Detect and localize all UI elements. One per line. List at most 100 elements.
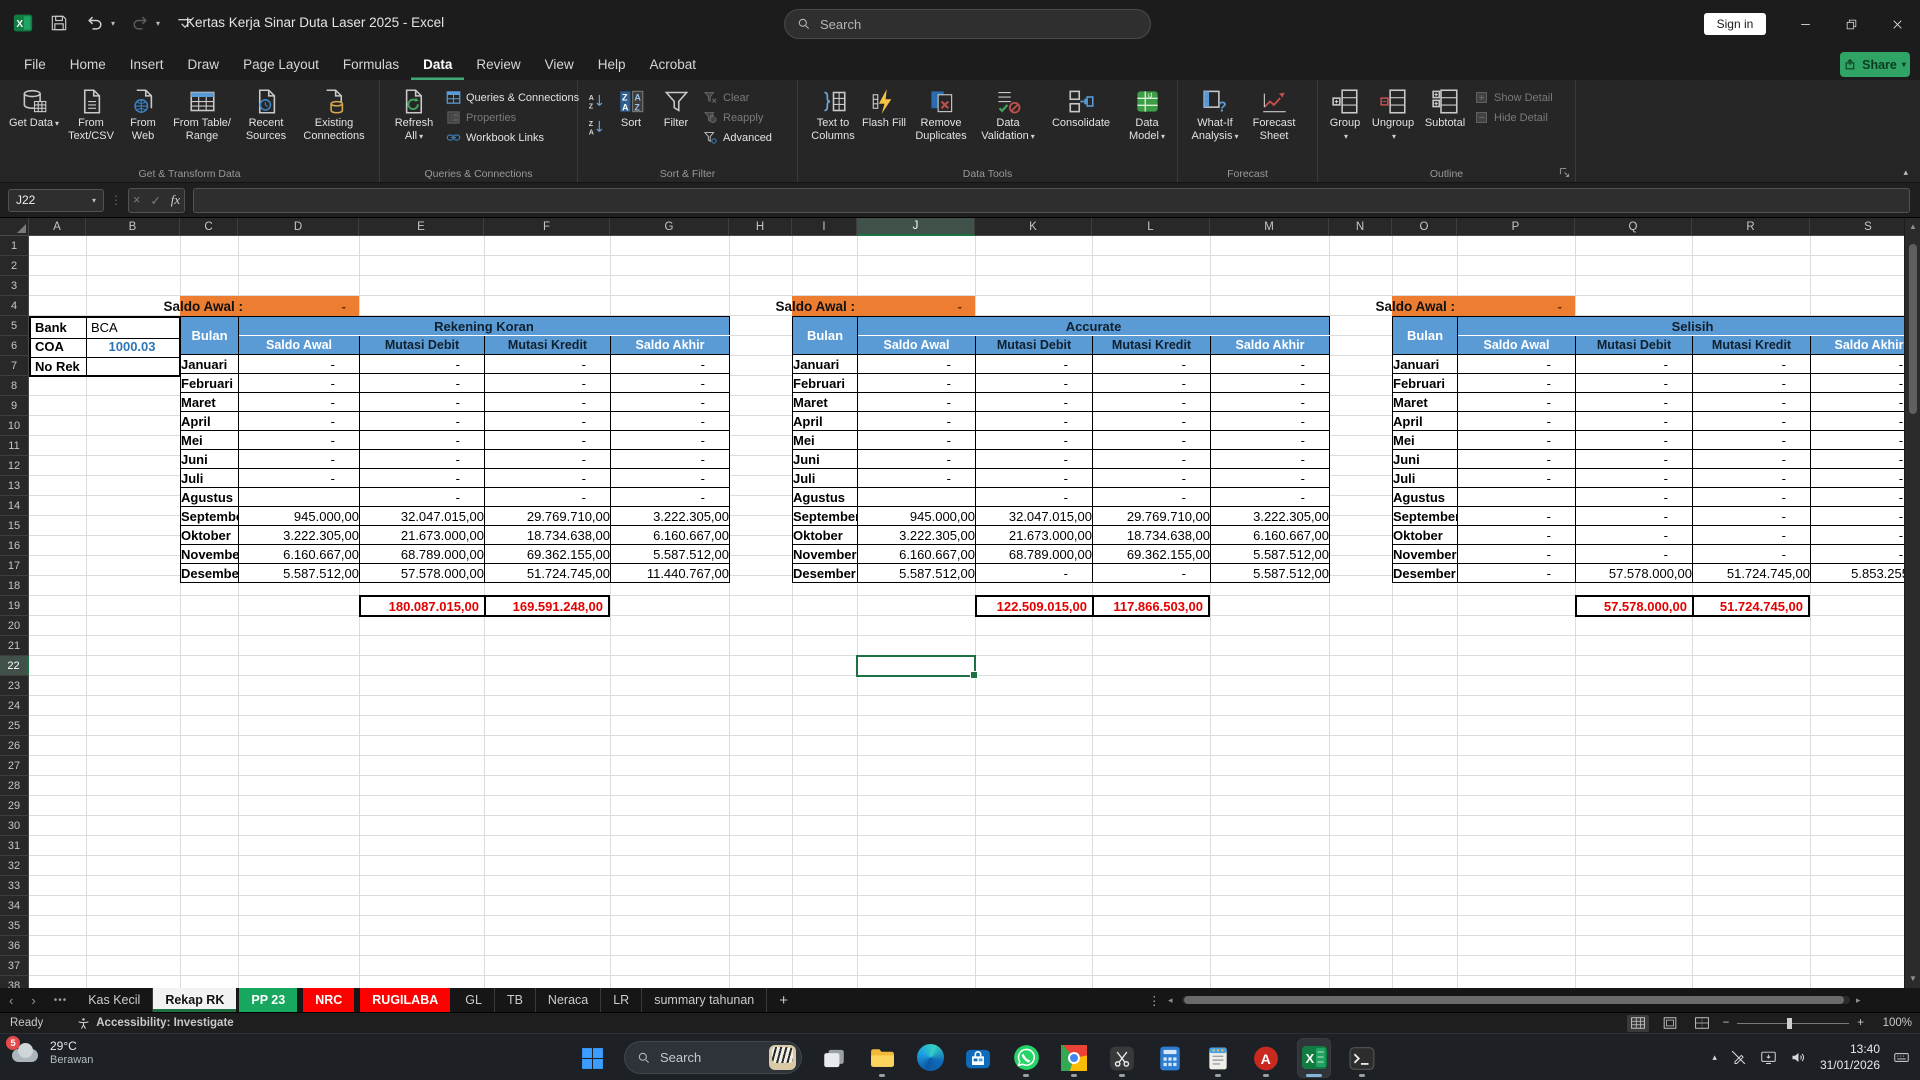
value-cell[interactable]: -: [1693, 355, 1811, 374]
value-cell[interactable]: 945.000,00: [858, 507, 976, 526]
column-header-L[interactable]: L: [1092, 218, 1210, 236]
month-cell[interactable]: Oktober: [1393, 526, 1458, 545]
row-header-14[interactable]: 14: [0, 496, 29, 516]
value-cell[interactable]: -: [1693, 393, 1811, 412]
search-box[interactable]: Search: [784, 9, 1151, 39]
value-cell[interactable]: -: [1211, 374, 1330, 393]
flash-fill-button[interactable]: Flash Fill: [862, 85, 906, 130]
value-cell[interactable]: -: [1211, 450, 1330, 469]
value-cell[interactable]: 69.362.155,00: [485, 545, 611, 564]
row-header-38[interactable]: 38: [0, 976, 29, 988]
value-cell[interactable]: -: [1211, 355, 1330, 374]
value-cell[interactable]: -: [360, 393, 485, 412]
menu-tab-formulas[interactable]: Formulas: [331, 48, 411, 80]
month-cell[interactable]: Agustus: [793, 488, 858, 507]
value-cell[interactable]: -: [1458, 412, 1576, 431]
row-header-25[interactable]: 25: [0, 716, 29, 736]
month-cell[interactable]: Agustus: [1393, 488, 1458, 507]
value-cell[interactable]: 69.362.155,00: [1093, 545, 1211, 564]
value-cell[interactable]: -: [976, 564, 1093, 583]
sheet-list-ellipsis-icon[interactable]: •••: [45, 988, 77, 1012]
value-cell[interactable]: 11.440.767,00: [611, 564, 730, 583]
value-cell[interactable]: 3.222.305,00: [858, 526, 976, 545]
sort-az-button[interactable]: AZ: [588, 92, 605, 109]
value-cell[interactable]: 18.734.638,00: [1093, 526, 1211, 545]
accessibility-status[interactable]: Accessibility: Investigate: [77, 1017, 233, 1030]
undo-chevron-icon[interactable]: ▾: [111, 19, 115, 28]
value-cell[interactable]: -: [1693, 450, 1811, 469]
value-cell[interactable]: 6.160.667,00: [611, 526, 730, 545]
weather-widget[interactable]: 5 29°C Berawan: [10, 1039, 93, 1068]
value-cell[interactable]: -: [976, 469, 1093, 488]
month-cell[interactable]: November: [793, 545, 858, 564]
column-header-D[interactable]: D: [238, 218, 359, 236]
menu-tab-insert[interactable]: Insert: [118, 48, 176, 80]
value-cell[interactable]: -: [485, 450, 611, 469]
row-header-23[interactable]: 23: [0, 676, 29, 696]
text-to-columns-button[interactable]: Text to Columns: [804, 85, 862, 143]
row-header-8[interactable]: 8: [0, 376, 29, 396]
data-validation-button[interactable]: Data Validation▾: [976, 85, 1040, 143]
value-cell[interactable]: -: [611, 469, 730, 488]
column-header-N[interactable]: N: [1329, 218, 1392, 236]
formula-input[interactable]: [193, 188, 1910, 213]
value-cell[interactable]: 57.578.000,00: [1576, 564, 1693, 583]
value-cell[interactable]: -: [1576, 393, 1693, 412]
row-header-22[interactable]: 22: [0, 656, 29, 676]
column-header-Q[interactable]: Q: [1575, 218, 1692, 236]
value-cell[interactable]: -: [1458, 507, 1576, 526]
zoom-in-icon[interactable]: +: [1857, 1017, 1864, 1029]
month-cell[interactable]: September: [181, 507, 239, 526]
value-cell[interactable]: -: [976, 431, 1093, 450]
month-cell[interactable]: April: [793, 412, 858, 431]
value-cell[interactable]: 3.222.305,00: [239, 526, 360, 545]
value-cell[interactable]: -: [1693, 526, 1811, 545]
column-header-O[interactable]: O: [1392, 218, 1457, 236]
value-cell[interactable]: -: [1211, 469, 1330, 488]
row-header-17[interactable]: 17: [0, 556, 29, 576]
sort-za-button[interactable]: ZA: [588, 118, 605, 135]
tabbar-kebab-icon[interactable]: ⋮: [1148, 988, 1161, 1012]
month-cell[interactable]: Juli: [181, 469, 239, 488]
sheet-nav-left-icon[interactable]: ‹: [0, 988, 22, 1012]
month-cell[interactable]: Januari: [1393, 355, 1458, 374]
zoom-slider-thumb[interactable]: [1787, 1018, 1792, 1029]
value-cell[interactable]: -: [611, 431, 730, 450]
month-cell[interactable]: Mei: [181, 431, 239, 450]
row-header-19[interactable]: 19: [0, 596, 29, 616]
recent-sources-button[interactable]: Recent Sources: [238, 85, 294, 143]
month-cell[interactable]: Mei: [793, 431, 858, 450]
collapse-ribbon-button[interactable]: ▴: [1903, 167, 1908, 178]
row-header-29[interactable]: 29: [0, 796, 29, 816]
value-cell[interactable]: -: [976, 488, 1093, 507]
month-cell[interactable]: Juli: [1393, 469, 1458, 488]
sheet-tab-summary-tahunan[interactable]: summary tahunan: [642, 988, 767, 1012]
menu-tab-home[interactable]: Home: [58, 48, 118, 80]
file-explorer-button[interactable]: [866, 1039, 898, 1077]
column-header-A[interactable]: A: [29, 218, 86, 236]
row-header-1[interactable]: 1: [0, 236, 29, 256]
row-header-20[interactable]: 20: [0, 616, 29, 636]
month-cell[interactable]: Desember: [1393, 564, 1458, 583]
calculator-button[interactable]: [1154, 1039, 1186, 1077]
value-cell[interactable]: 18.734.638,00: [485, 526, 611, 545]
value-cell[interactable]: -: [611, 412, 730, 431]
worksheet-grid[interactable]: ABCDEFGHIJKLMNOPQRS123456789101112131415…: [0, 218, 1920, 988]
value-cell[interactable]: -: [360, 412, 485, 431]
value-cell[interactable]: -: [485, 431, 611, 450]
value-cell[interactable]: -: [485, 488, 611, 507]
month-cell[interactable]: Mei: [1393, 431, 1458, 450]
horizontal-scrollbar[interactable]: [1182, 996, 1850, 1004]
value-cell[interactable]: -: [1458, 374, 1576, 393]
value-cell[interactable]: 3.222.305,00: [1211, 507, 1330, 526]
row-header-21[interactable]: 21: [0, 636, 29, 656]
select-all-corner[interactable]: [0, 218, 29, 236]
value-cell[interactable]: 6.160.667,00: [858, 545, 976, 564]
zoom-slider[interactable]: − +: [1723, 1017, 1864, 1029]
value-cell[interactable]: -: [360, 469, 485, 488]
insert-function-icon[interactable]: fx: [171, 192, 180, 208]
value-cell[interactable]: -: [1576, 431, 1693, 450]
month-cell[interactable]: Februari: [181, 374, 239, 393]
value-cell[interactable]: -: [1211, 488, 1330, 507]
sheet-tab-gl[interactable]: GL: [453, 988, 495, 1012]
